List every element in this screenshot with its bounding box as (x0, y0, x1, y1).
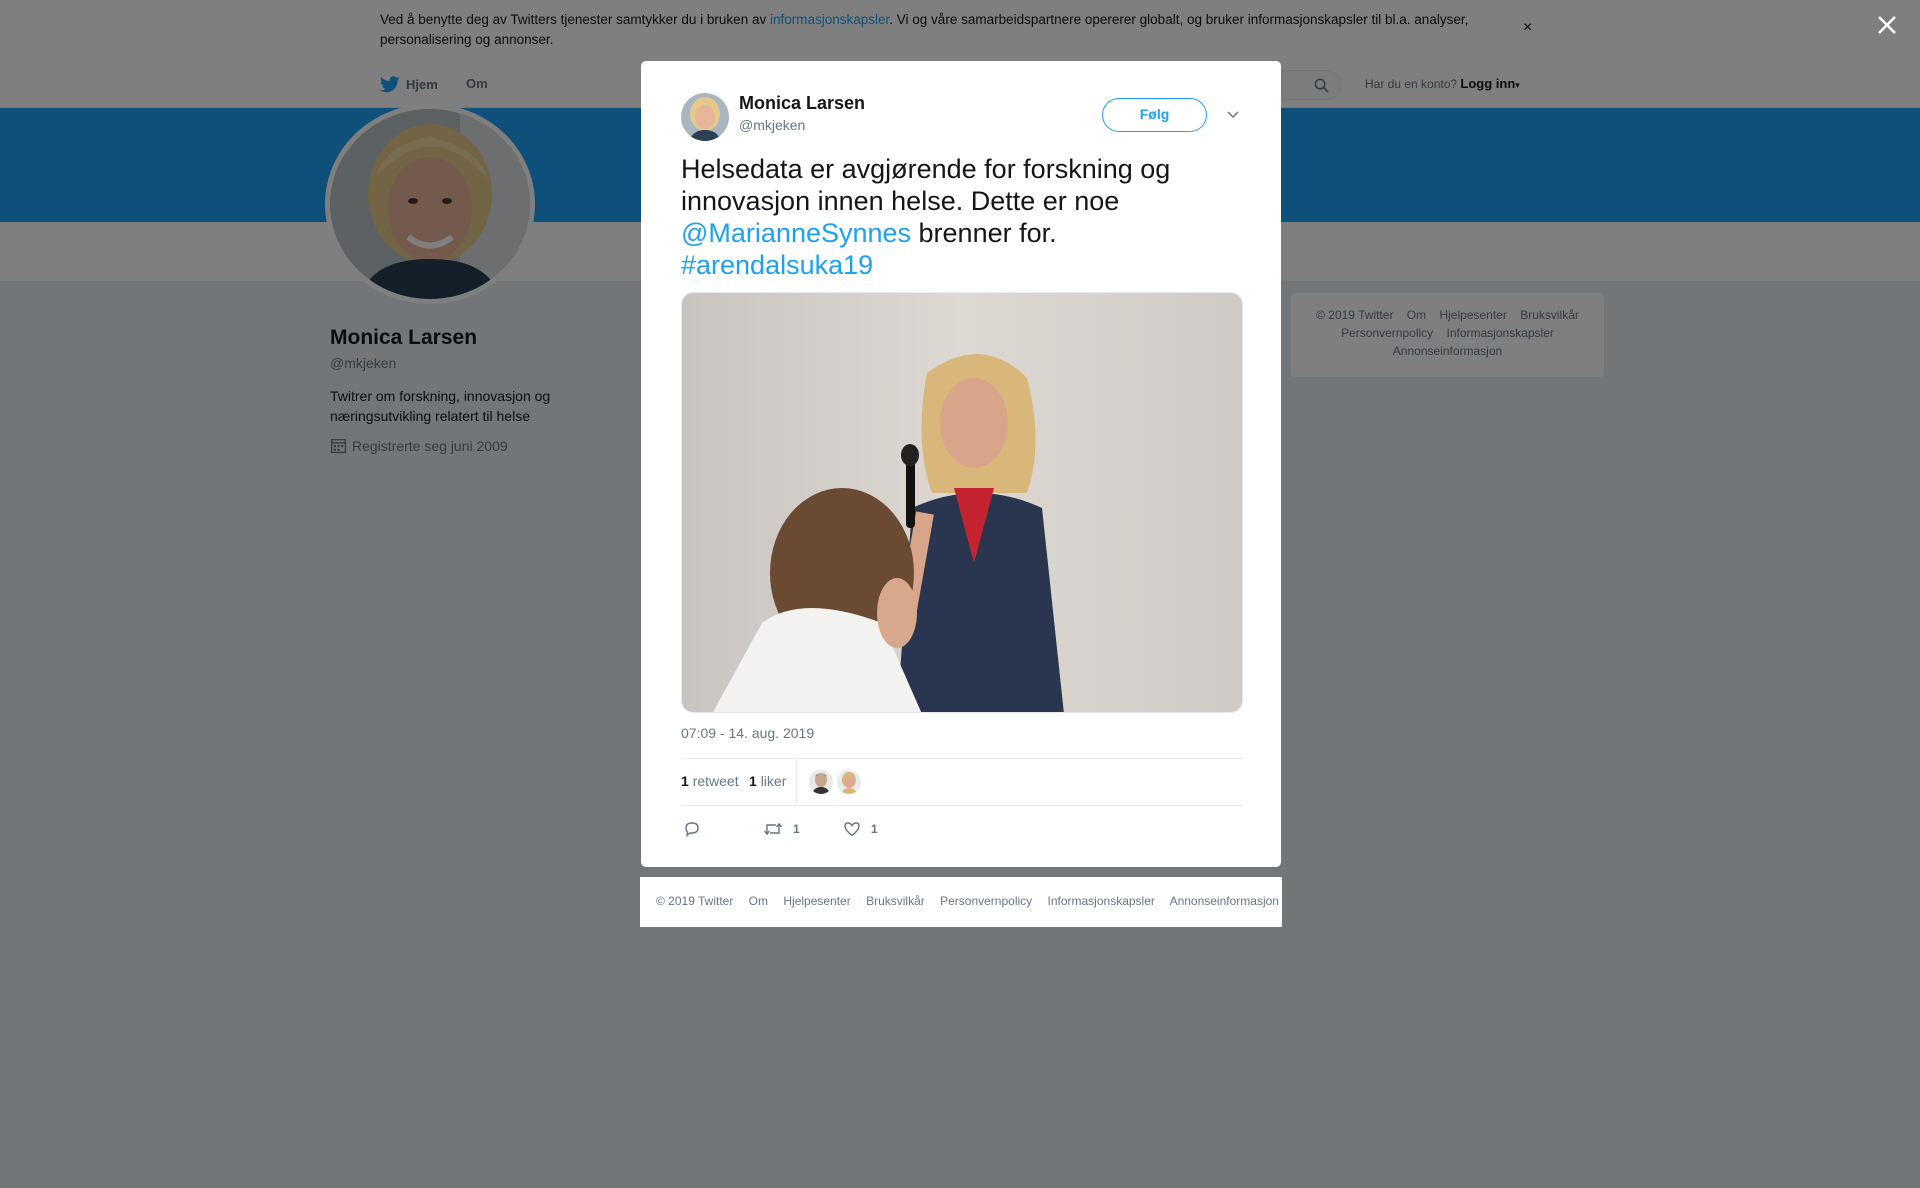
tweet-author-avatar[interactable] (681, 93, 729, 141)
liker-avatar[interactable] (809, 770, 833, 794)
modal-footer-terms[interactable]: Bruksvilkår (866, 894, 925, 908)
likes-stat[interactable]: 1 liker (749, 773, 786, 789)
close-icon[interactable] (1874, 12, 1900, 38)
liker-avatar[interactable] (837, 770, 861, 794)
tweet-text-part2: brenner for. (911, 218, 1057, 248)
modal-footer-privacy[interactable]: Personvernpolicy (940, 894, 1032, 908)
reply-button[interactable] (683, 820, 701, 838)
tweet-author-handle[interactable]: @mkjeken (739, 117, 805, 133)
tweet-photo[interactable] (681, 292, 1243, 713)
tweet-modal: Monica Larsen @mkjeken Følg Helsedata er… (641, 61, 1281, 867)
like-count: 1 (871, 822, 878, 836)
tweet-author-avatar-image (681, 93, 729, 141)
modal-footer-about[interactable]: Om (749, 894, 768, 908)
modal-footer-copyright: © 2019 Twitter (656, 894, 734, 908)
tweet-author-name[interactable]: Monica Larsen (739, 93, 865, 114)
tweet-mention-link[interactable]: @MarianneSynnes (681, 218, 911, 248)
modal-footer-cookies[interactable]: Informasjonskapsler (1048, 894, 1155, 908)
tweet-timestamp[interactable]: 07:09 - 14. aug. 2019 (681, 725, 814, 741)
tweet-text: Helsedata er avgjørende for forskning og… (681, 153, 1241, 281)
tweet-stats: 1 retweet 1 liker (681, 758, 1243, 806)
tweet-actions: 1 1 (681, 814, 1243, 844)
tweet-text-part1: Helsedata er avgjørende for forskning og… (681, 154, 1171, 216)
retweet-icon (763, 822, 783, 836)
retweet-button[interactable]: 1 (763, 820, 800, 838)
reply-icon (685, 822, 699, 838)
tweet-photo-image (682, 293, 1242, 712)
chevron-down-icon[interactable] (1225, 106, 1241, 122)
modal-footer: © 2019 Twitter Om Hjelpesenter Bruksvilk… (640, 877, 1282, 927)
stats-divider (796, 759, 797, 805)
modal-footer-ads[interactable]: Annonseinformasjon (1170, 894, 1279, 908)
follow-button[interactable]: Følg (1102, 98, 1207, 132)
like-button[interactable]: 1 (843, 820, 878, 838)
heart-icon (844, 822, 860, 837)
tweet-hashtag-link[interactable]: #arendalsuka19 (681, 250, 873, 280)
retweets-stat[interactable]: 1 retweet (681, 773, 739, 789)
retweet-count: 1 (793, 822, 800, 836)
liker-avatars (809, 770, 861, 794)
modal-footer-help[interactable]: Hjelpesenter (783, 894, 850, 908)
